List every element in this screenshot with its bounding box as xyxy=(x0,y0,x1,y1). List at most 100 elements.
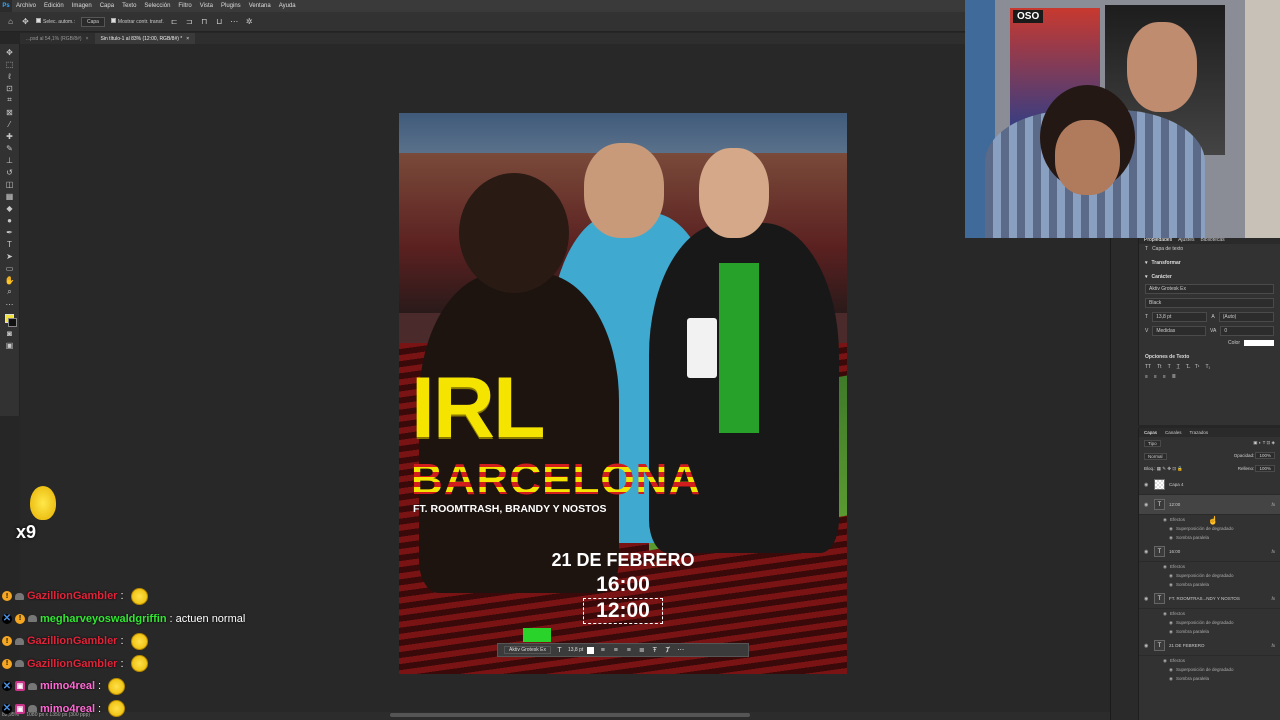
menu-imagen[interactable]: Imagen xyxy=(68,3,96,9)
visibility-eye-icon[interactable]: ◉ xyxy=(1169,667,1173,673)
all-caps-icon[interactable]: T xyxy=(1168,364,1171,370)
font-style-field[interactable]: Black xyxy=(1145,298,1274,308)
rectangle-tool-icon[interactable]: ▭ xyxy=(3,262,17,274)
hand-tool-icon[interactable]: ✋ xyxy=(3,274,17,286)
font-size-field[interactable]: 13,8 pt xyxy=(568,647,583,653)
align-center-icon[interactable]: ≡ xyxy=(611,646,620,655)
history-brush-icon[interactable]: ↺ xyxy=(3,166,17,178)
chevron-down-icon[interactable]: ▾ xyxy=(1145,274,1148,280)
move-tool-icon[interactable]: ✥ xyxy=(21,17,30,26)
align-center-icon[interactable]: ⊐ xyxy=(185,17,194,26)
subscript-icon[interactable]: T₁ xyxy=(1205,364,1210,370)
menu-texto[interactable]: Texto xyxy=(118,3,140,9)
healing-brush-icon[interactable]: ✚ xyxy=(3,130,17,142)
type-tool-icon[interactable]: T xyxy=(3,238,17,250)
paragraph-center-icon[interactable]: ≡ xyxy=(1154,374,1157,380)
superscript-icon[interactable]: T¹ xyxy=(1195,364,1200,370)
layer-effect-row[interactable]: ◉ Efectos xyxy=(1139,562,1280,571)
blend-mode-dropdown[interactable]: Normal xyxy=(1144,453,1167,460)
visibility-eye-icon[interactable]: ◉ xyxy=(1169,620,1173,626)
photoshop-logo-icon[interactable]: Ps xyxy=(0,0,12,12)
blur-tool-icon[interactable]: ◆ xyxy=(3,202,17,214)
zoom-tool-icon[interactable]: ⌕ xyxy=(3,286,17,298)
underline-icon[interactable]: T̲ xyxy=(1177,364,1180,370)
italic-icon[interactable]: Tt xyxy=(1157,364,1161,370)
layer-name[interactable]: 12:00 xyxy=(1169,502,1180,507)
eyedropper-tool-icon[interactable]: ⁄ xyxy=(3,118,17,130)
more-tools-icon[interactable]: ⋯ xyxy=(3,298,17,310)
faux-bold-icon[interactable]: TT xyxy=(1145,364,1151,370)
move-tool-icon[interactable]: ✥ xyxy=(3,46,17,58)
menu-vista[interactable]: Vista xyxy=(196,3,217,9)
distribute-icon[interactable]: ⊔ xyxy=(215,17,224,26)
more-icon[interactable]: ⋯ xyxy=(676,646,685,655)
more-icon[interactable]: ⋯ xyxy=(230,17,239,26)
font-family-dropdown[interactable]: Aktiv Grotesk Ex xyxy=(504,646,551,654)
screen-mode-icon[interactable]: ▣ xyxy=(3,339,17,351)
align-left-icon[interactable]: ⊏ xyxy=(170,17,179,26)
eraser-tool-icon[interactable]: ◫ xyxy=(3,178,17,190)
text-color-swatch[interactable] xyxy=(587,646,595,654)
frame-tool-icon[interactable]: ⊠ xyxy=(3,106,17,118)
marquee-tool-icon[interactable]: ⬚ xyxy=(3,58,17,70)
layer-effect-row[interactable]: ◉ Superposición de degradado xyxy=(1139,618,1280,627)
chat-username[interactable]: GazillionGambler xyxy=(27,658,117,670)
menu-capa[interactable]: Capa xyxy=(96,3,118,9)
tab-document-1[interactable]: ...psd al 54,1% (RGB/8#) × xyxy=(20,33,95,44)
close-icon[interactable]: × xyxy=(186,36,189,42)
tracking-field[interactable]: 0 xyxy=(1220,326,1274,336)
text-color-swatch[interactable] xyxy=(1244,340,1274,346)
font-family-field[interactable]: Aktiv Grotesk Ex xyxy=(1145,284,1274,294)
transform-section[interactable]: Transformar xyxy=(1152,260,1181,266)
horizontal-scrollbar[interactable] xyxy=(390,713,750,717)
layer-effect-row[interactable]: ◉ Superposición de degradado xyxy=(1139,524,1280,533)
menu-ayuda[interactable]: Ayuda xyxy=(275,3,300,9)
character-section[interactable]: Carácter xyxy=(1152,274,1172,280)
layer-row[interactable]: ◉ Capa 4 xyxy=(1139,475,1280,495)
visibility-eye-icon[interactable]: ◉ xyxy=(1144,482,1150,488)
fx-icon[interactable]: fx xyxy=(1271,502,1275,507)
pen-tool-icon[interactable]: ✒ xyxy=(3,226,17,238)
align-left-icon[interactable]: ≡ xyxy=(598,646,607,655)
visibility-eye-icon[interactable]: ◉ xyxy=(1144,502,1150,508)
layer-name[interactable]: Capa 4 xyxy=(1169,482,1184,487)
layer-effect-row[interactable]: ◉ Superposición de degradado xyxy=(1139,571,1280,580)
close-icon[interactable]: × xyxy=(86,36,89,42)
visibility-eye-icon[interactable]: ◉ xyxy=(1169,526,1173,532)
chat-username[interactable]: GazillionGambler xyxy=(27,590,117,602)
layer-row[interactable]: ◉ T 16:00 fx xyxy=(1139,542,1280,562)
menu-archivo[interactable]: Archivo xyxy=(12,3,40,9)
menu-seleccion[interactable]: Selección xyxy=(140,3,174,9)
align-right-icon[interactable]: ≡ xyxy=(624,646,633,655)
background-color-swatch[interactable] xyxy=(8,318,17,327)
visibility-eye-icon[interactable]: ◉ xyxy=(1144,596,1150,602)
visibility-eye-icon[interactable]: ◉ xyxy=(1169,582,1173,588)
chat-username[interactable]: GazillionGambler xyxy=(27,635,117,647)
layer-effect-row[interactable]: ◉ Sombra paralela xyxy=(1139,580,1280,589)
stamp-tool-icon[interactable]: ⊥ xyxy=(3,154,17,166)
fx-icon[interactable]: fx xyxy=(1271,643,1275,648)
warp-text-icon[interactable]: Ŧ xyxy=(650,646,659,655)
lock-icons[interactable]: ▦ ✎ ✥ ⊡ 🔒 xyxy=(1157,466,1183,471)
lasso-tool-icon[interactable]: ℓ xyxy=(3,70,17,82)
chat-username[interactable]: megharveyoswaldgriffin xyxy=(40,613,167,625)
paragraph-right-icon[interactable]: ≡ xyxy=(1163,374,1166,380)
layer-filter-dropdown[interactable]: Tipo xyxy=(1144,440,1161,447)
visibility-eye-icon[interactable]: ◉ xyxy=(1169,535,1173,541)
leading-field[interactable]: (Auto) xyxy=(1218,312,1274,322)
document-canvas[interactable]: IRL BARCELONA FT. ROOMTRASH, BRANDY Y NO… xyxy=(399,113,847,674)
visibility-eye-icon[interactable]: ◉ xyxy=(1169,676,1173,682)
layer-row[interactable]: ◉ T 21 DE FEBRERO fx xyxy=(1139,636,1280,656)
chat-username[interactable]: mimo4real xyxy=(40,680,95,692)
layer-row[interactable]: ◉ T FT. ROOMTRAS...NDY Y NOSTOS fx xyxy=(1139,589,1280,609)
visibility-eye-icon[interactable]: ◉ xyxy=(1163,564,1167,570)
paragraph-justify-icon[interactable]: ≣ xyxy=(1172,374,1176,380)
visibility-eye-icon[interactable]: ◉ xyxy=(1163,611,1167,617)
fx-icon[interactable]: fx xyxy=(1271,596,1275,601)
layer-name[interactable]: 16:00 xyxy=(1169,549,1180,554)
quick-mask-icon[interactable]: ◙ xyxy=(3,327,17,339)
kerning-field[interactable]: Medidas xyxy=(1152,326,1207,336)
layer-name[interactable]: FT. ROOMTRAS...NDY Y NOSTOS xyxy=(1169,596,1240,601)
text-orientation-icon[interactable]: Ⱦ xyxy=(663,646,672,655)
justify-icon[interactable]: ≣ xyxy=(637,646,646,655)
